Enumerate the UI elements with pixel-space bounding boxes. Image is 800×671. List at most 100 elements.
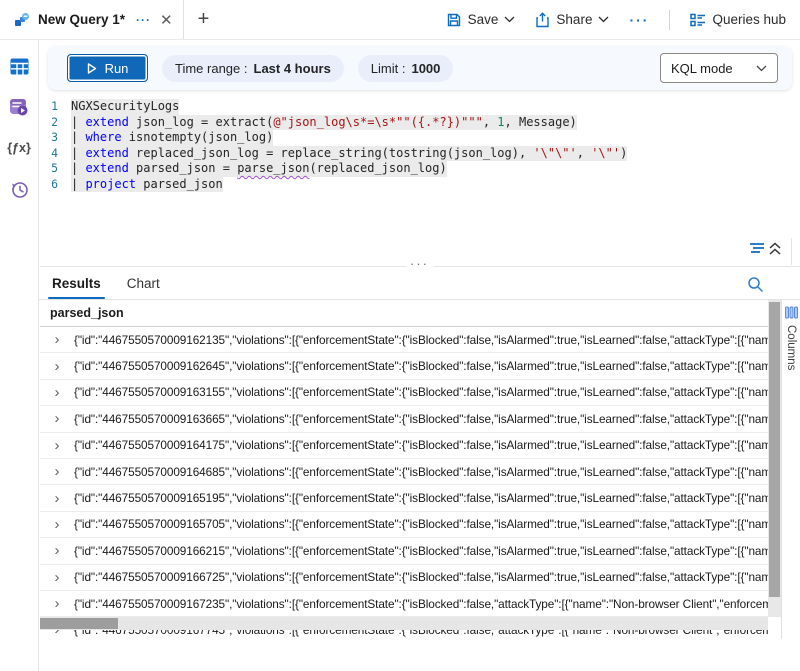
limit-value: 1000	[411, 61, 440, 76]
tables-icon[interactable]	[9, 56, 29, 76]
code-token: isnotempty(json_log)	[122, 130, 274, 144]
table-row[interactable]: ›{"id":"4467550570009167235","violations…	[40, 591, 768, 617]
table-row[interactable]: ›{"id":"4467550570009162645","violations…	[40, 353, 768, 379]
table-row[interactable]: ›{"id":"4467550570009163665","violations…	[40, 406, 768, 432]
tab-close-icon[interactable]: ✕	[160, 11, 173, 29]
time-range-label: Time range :	[175, 61, 248, 76]
expand-row-icon[interactable]: ›	[40, 543, 74, 558]
code-token: |	[71, 115, 85, 129]
table-row[interactable]: ›{"id":"4467550570009164685","violations…	[40, 459, 768, 485]
queries-hub-label: Queries hub	[712, 12, 786, 27]
code-token: '\"'	[591, 146, 620, 160]
save-label: Save	[468, 12, 499, 27]
code-token: @"json_log\s*=\s*""({.*?})"""	[273, 115, 483, 129]
expand-row-icon[interactable]: ›	[40, 596, 74, 611]
code-token: replaced_json_log = replace_string(tostr…	[129, 146, 534, 160]
search-icon[interactable]	[747, 276, 764, 293]
run-label: Run	[105, 61, 129, 76]
code-token: ,	[483, 115, 497, 129]
panel-splitter: ···	[39, 238, 800, 268]
table-row[interactable]: ›{"id":"4467550570009164175","violations…	[40, 433, 768, 459]
row-json-value: {"id":"4467550570009165705","violations"…	[74, 517, 768, 531]
results-tabs: Results Chart	[39, 268, 800, 300]
table-row[interactable]: ›{"id":"4467550570009166725","violations…	[40, 565, 768, 591]
expand-row-icon[interactable]: ›	[40, 438, 74, 453]
line-number: 3	[39, 130, 71, 146]
history-icon[interactable]	[9, 179, 29, 199]
query-editor[interactable]: 1 NGXSecurityLogs 2 | extend json_log = …	[39, 90, 800, 238]
row-json-value: {"id":"4467550570009164175","violations"…	[74, 438, 768, 452]
table-row[interactable]: ›{"id":"4467550570009165705","violations…	[40, 512, 768, 538]
row-json-value: {"id":"4467550570009163665","violations"…	[74, 412, 768, 426]
results-panel: Results Chart parsed_json ›{"id":"446755…	[39, 268, 800, 639]
time-range-picker[interactable]: Time range : Last 4 hours	[162, 55, 344, 82]
code-line: 3 | where isnotempty(json_log)	[39, 130, 800, 146]
tab-more-icon[interactable]: ···	[136, 13, 151, 27]
tab-chart[interactable]: Chart	[127, 276, 160, 299]
table-row[interactable]: ›{"id":"4467550570009165195","violations…	[40, 485, 768, 511]
code-line: 1 NGXSecurityLogs	[39, 99, 800, 115]
code-token: parsed_json	[136, 177, 223, 191]
expand-row-icon[interactable]: ›	[40, 385, 74, 400]
vertical-scrollbar[interactable]	[768, 300, 781, 617]
adx-query-logo-icon	[13, 11, 31, 29]
chevron-down-icon	[598, 16, 609, 23]
expand-row-icon[interactable]: ›	[40, 491, 74, 506]
row-json-value: {"id":"4467550570009167235","violations"…	[74, 597, 768, 611]
code-token: parse_json	[237, 161, 309, 175]
expand-row-icon[interactable]: ›	[40, 332, 74, 347]
line-number: 6	[39, 177, 71, 193]
expand-row-icon[interactable]: ›	[40, 464, 74, 479]
code-token: |	[71, 177, 85, 191]
expand-row-icon[interactable]: ›	[40, 570, 74, 585]
limit-picker[interactable]: Limit : 1000	[358, 55, 454, 82]
columns-side-panel[interactable]: Columns	[781, 300, 800, 639]
row-json-value: {"id":"4467550570009163155","violations"…	[74, 385, 768, 399]
table-row[interactable]: ›{"id":"4467550570009162135","violations…	[40, 327, 768, 353]
limit-label: Limit :	[371, 61, 406, 76]
line-number: 4	[39, 146, 71, 162]
vertical-scrollbar-thumb[interactable]	[769, 302, 780, 597]
code-token: where	[85, 130, 121, 144]
expand-row-icon[interactable]: ›	[40, 359, 74, 374]
horizontal-scrollbar[interactable]	[40, 617, 768, 630]
code-token: )	[620, 146, 627, 160]
new-tab-button[interactable]: +	[184, 0, 224, 39]
columns-panel-label: Columns	[785, 325, 797, 370]
code-token: json_log = extract(	[129, 115, 274, 129]
row-json-value: {"id":"4467550570009166215","violations"…	[74, 544, 768, 558]
save-button[interactable]: Save	[446, 12, 516, 28]
functions-icon[interactable]: {ƒx}	[9, 138, 29, 158]
expand-row-icon[interactable]: ›	[40, 517, 74, 532]
share-icon	[535, 12, 550, 28]
queries-hub-button[interactable]: Queries hub	[690, 12, 786, 27]
horizontal-scrollbar-thumb[interactable]	[40, 618, 118, 629]
line-number: 1	[39, 99, 71, 115]
chevron-down-icon	[504, 16, 515, 23]
query-runner-icon[interactable]	[9, 97, 29, 117]
more-actions-icon[interactable]: ···	[629, 12, 649, 28]
code-token: , Message)	[505, 115, 577, 129]
code-token: parsed_json =	[129, 161, 237, 175]
code-line: 4 | extend replaced_json_log = replace_s…	[39, 146, 800, 162]
table-row[interactable]: ›{"id":"4467550570009166215","violations…	[40, 538, 768, 564]
code-token: 1	[497, 115, 504, 129]
run-button[interactable]: Run	[67, 54, 148, 82]
chevron-down-icon	[756, 65, 767, 72]
share-button[interactable]: Share	[535, 12, 609, 28]
code-token: project	[85, 177, 136, 191]
row-json-value: {"id":"4467550570009166725","violations"…	[74, 570, 768, 584]
columns-icon	[785, 306, 798, 319]
query-mode-select[interactable]: KQL mode	[660, 53, 778, 83]
expand-row-icon[interactable]: ›	[40, 411, 74, 426]
column-header-parsed-json[interactable]: parsed_json	[40, 300, 768, 327]
table-row[interactable]: ›{"id":"4467550570009163155","violations…	[40, 380, 768, 406]
results-grid: parsed_json ›{"id":"4467550570009162135"…	[40, 300, 768, 639]
tab-results[interactable]: Results	[52, 276, 101, 299]
topbar-actions: Save Share ··· Queries hub	[446, 0, 800, 39]
tab-new-query[interactable]: New Query 1* ··· ✕	[0, 0, 184, 39]
code-line: 6 | project parsed_json	[39, 177, 800, 193]
play-icon	[87, 63, 97, 74]
expand-results-button[interactable]	[748, 241, 782, 256]
code-token: extend	[85, 161, 128, 175]
